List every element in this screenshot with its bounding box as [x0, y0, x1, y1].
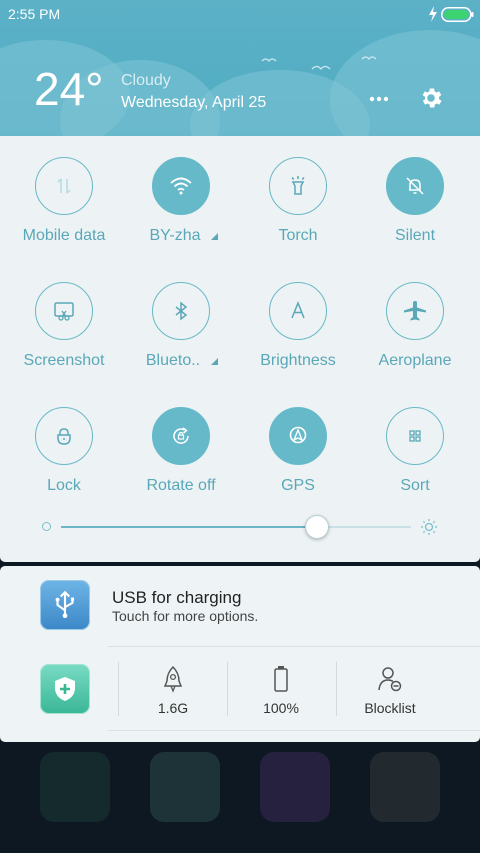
tile-label: Rotate off: [146, 477, 216, 494]
tool-blocklist[interactable]: Blocklist: [340, 664, 440, 720]
divider: [227, 662, 228, 716]
tile-sort[interactable]: Sort: [357, 407, 473, 507]
tile-label: Screenshot: [23, 352, 105, 369]
brightness-slider-thumb[interactable]: [304, 515, 329, 539]
tile-label: Aeroplane: [378, 352, 452, 369]
divider: [118, 662, 119, 716]
dock-messaging-icon: [150, 752, 220, 822]
tile-label: Torch: [278, 227, 318, 244]
gear-icon[interactable]: [418, 85, 444, 111]
tile-label: Sort: [400, 477, 430, 494]
tile-gps[interactable]: GPS: [240, 407, 356, 507]
usb-icon: [40, 580, 90, 630]
brightness-slider-fill: [61, 526, 317, 528]
tool-label: 100%: [263, 700, 299, 716]
charging-bolt-icon: [429, 6, 437, 22]
blocklist-user-icon: [378, 667, 402, 692]
status-time: 2:55 PM: [8, 6, 61, 22]
aeroplane-icon: [404, 301, 426, 321]
divider: [108, 730, 480, 731]
brightness-slider-track[interactable]: [61, 526, 411, 528]
wifi-icon: [170, 177, 192, 195]
screenshot-icon: [54, 302, 74, 321]
tile-screenshot[interactable]: Screenshot: [6, 282, 122, 382]
tile-wifi[interactable]: BY-zha: [123, 157, 239, 257]
tile-bluetooth[interactable]: Blueto..: [123, 282, 239, 382]
tile-label: Mobile data: [22, 227, 106, 244]
tool-label: Blocklist: [364, 700, 416, 716]
battery-outline-icon: [274, 666, 288, 692]
gps-icon: [289, 426, 307, 444]
rotate-icon: [173, 427, 189, 444]
dock-camera-icon: [370, 752, 440, 822]
date: Wednesday, April 25: [121, 94, 267, 111]
mobile-data-icon: [57, 178, 71, 194]
expand-caret-icon: [211, 233, 218, 240]
status-bar: 2:55 PM: [0, 0, 480, 28]
bluetooth-icon: [175, 301, 188, 321]
tile-label: Lock: [47, 477, 81, 494]
tile-label: Brightness: [260, 352, 336, 369]
tool-battery[interactable]: 100%: [231, 664, 331, 720]
divider: [336, 662, 337, 716]
battery-icon: [441, 7, 474, 22]
tile-torch[interactable]: Torch: [240, 157, 356, 257]
more-icon[interactable]: [368, 90, 390, 108]
rocket-icon: [163, 665, 183, 693]
notification-title[interactable]: USB for charging: [112, 588, 241, 608]
weather-header: 2:55 PM 24° Cloudy Wednesday, April 25: [0, 0, 480, 136]
tile-rotate[interactable]: Rotate off: [123, 407, 239, 507]
dock-chat-icon: [260, 752, 330, 822]
divider: [108, 646, 480, 647]
security-shield-icon[interactable]: [40, 664, 90, 714]
tile-label: Silent: [394, 227, 436, 244]
temperature: 24°: [34, 63, 104, 115]
notification-subtitle[interactable]: Touch for more options.: [112, 608, 258, 624]
dock-phone-icon: [40, 752, 110, 822]
tile-lock[interactable]: Lock: [6, 407, 122, 507]
tile-silent[interactable]: Silent: [357, 157, 473, 257]
silent-bell-icon: [406, 177, 424, 195]
brightness-high-icon: [421, 519, 437, 535]
tile-brightness[interactable]: Brightness: [240, 282, 356, 382]
sort-grid-icon: [409, 430, 421, 442]
lock-icon: [57, 428, 71, 445]
tile-aeroplane[interactable]: Aeroplane: [357, 282, 473, 382]
expand-caret-icon: [211, 358, 218, 365]
brightness-auto-icon: [291, 300, 305, 319]
birds-icon: [261, 56, 377, 71]
tile-mobile-data[interactable]: Mobile data: [6, 157, 122, 257]
brightness-low-icon: [42, 522, 51, 531]
tool-cleaner[interactable]: 1.6G: [123, 664, 223, 720]
tile-label: GPS: [281, 477, 315, 494]
torch-icon: [291, 176, 305, 195]
weather-condition: Cloudy: [121, 72, 171, 89]
tool-label: 1.6G: [157, 700, 189, 716]
